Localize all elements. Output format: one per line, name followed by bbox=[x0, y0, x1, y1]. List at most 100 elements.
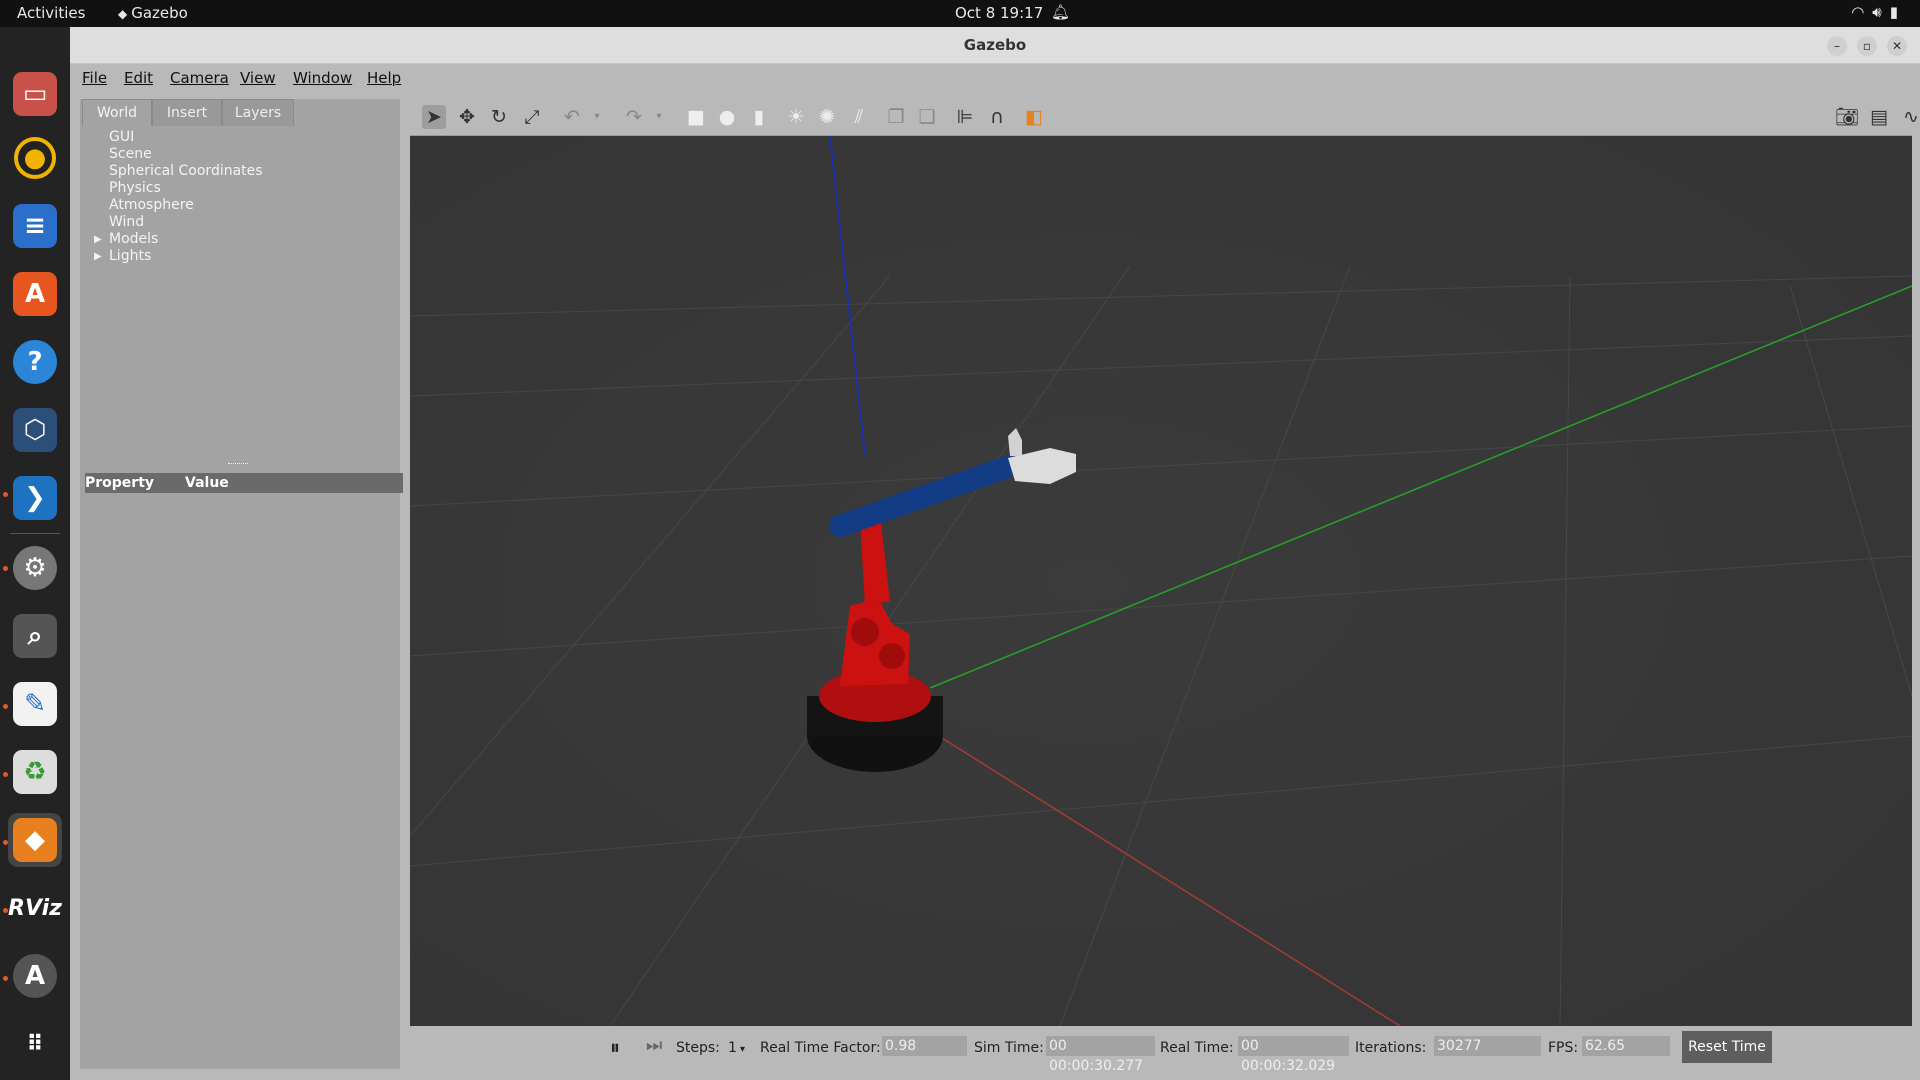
active-app-menu[interactable]: ◆ Gazebo bbox=[118, 4, 188, 22]
tree-item-gui[interactable]: GUI bbox=[92, 129, 263, 146]
property-table-header: Property Value bbox=[85, 473, 403, 493]
3d-scene[interactable] bbox=[410, 136, 1912, 1026]
tree-item-physics[interactable]: Physics bbox=[92, 180, 263, 197]
menu-file[interactable]: File bbox=[82, 69, 107, 87]
rviz-icon: RViz bbox=[8, 895, 62, 921]
tab-insert[interactable]: Insert bbox=[152, 99, 222, 126]
log-icon[interactable]: ▤ bbox=[1867, 105, 1891, 129]
undo-dropdown-icon[interactable]: ▾ bbox=[585, 105, 609, 129]
software-updater-icon: A bbox=[13, 954, 57, 998]
dock-text-editor[interactable]: ✎ bbox=[8, 677, 62, 731]
volume-icon: 🔊︎ bbox=[1872, 3, 1890, 21]
pause-button[interactable]: ⏸ bbox=[610, 1035, 620, 1059]
battery-icon: ▮ bbox=[1889, 3, 1906, 21]
clock[interactable]: Oct 8 19:17 bbox=[955, 4, 1043, 22]
change-view-icon[interactable]: ◧ bbox=[1022, 105, 1046, 129]
dock-gazebo[interactable]: ◆ bbox=[8, 813, 62, 867]
steps-label: Steps: bbox=[676, 1040, 720, 1056]
dock-trash[interactable]: ♻ bbox=[8, 745, 62, 799]
translate-mode-icon[interactable]: ✥ bbox=[455, 105, 479, 129]
iterations-label: Iterations: bbox=[1355, 1040, 1427, 1056]
tree-item-atmosphere[interactable]: Atmosphere bbox=[92, 197, 263, 214]
cylinder-shape-icon[interactable]: ▮ bbox=[747, 105, 771, 129]
tab-world[interactable]: World bbox=[82, 99, 152, 126]
dock-software-updater[interactable]: A bbox=[8, 949, 62, 1003]
dock-help[interactable]: ? bbox=[8, 335, 62, 389]
show-apps-button[interactable]: ⠿ bbox=[8, 1017, 62, 1071]
rotate-mode-icon[interactable]: ↻ bbox=[487, 105, 511, 129]
fps-label: FPS: bbox=[1548, 1040, 1579, 1056]
text-editor-icon: ✎ bbox=[13, 682, 57, 726]
undo-icon[interactable]: ↶ bbox=[560, 105, 584, 129]
minimize-button[interactable]: – bbox=[1827, 36, 1847, 56]
dock-settings[interactable]: ⚙ bbox=[8, 541, 62, 595]
tree-item-models[interactable]: ▶ Models bbox=[92, 231, 263, 248]
steps-value[interactable]: 1 bbox=[728, 1040, 737, 1056]
expand-arrow-icon[interactable]: ▶ bbox=[94, 248, 102, 265]
plot-icon[interactable]: ∿ bbox=[1899, 105, 1920, 129]
spot-light-icon[interactable]: ✺ bbox=[815, 105, 839, 129]
snap-magnet-icon[interactable]: ∩ bbox=[985, 105, 1009, 129]
panel-splitter-handle[interactable] bbox=[228, 463, 248, 468]
expand-arrow-icon[interactable]: ▶ bbox=[94, 231, 102, 248]
menu-help[interactable]: Help bbox=[367, 69, 401, 87]
sphere-shape-icon[interactable]: ● bbox=[715, 105, 739, 129]
tree-item-lights[interactable]: ▶ Lights bbox=[92, 248, 263, 265]
trash-icon: ♻ bbox=[13, 750, 57, 794]
settings-icon: ⚙ bbox=[13, 546, 57, 590]
dock-vscode[interactable]: ❯ bbox=[8, 471, 62, 525]
scale-mode-icon[interactable]: ⤢ bbox=[520, 105, 544, 129]
steps-dropdown-icon[interactable]: ▾ bbox=[740, 1044, 745, 1055]
dock-files[interactable]: ▭ bbox=[8, 67, 62, 121]
sim-time-label: Sim Time: bbox=[974, 1040, 1044, 1056]
redo-icon[interactable]: ↷ bbox=[622, 105, 646, 129]
app-center-icon: A bbox=[13, 272, 57, 316]
dock-search[interactable]: ⌕ bbox=[8, 609, 62, 663]
dock-separator bbox=[10, 533, 60, 534]
point-light-icon[interactable]: ☀ bbox=[784, 105, 808, 129]
dock-writer[interactable]: ≡ bbox=[8, 199, 62, 253]
tab-layers[interactable]: Layers bbox=[222, 99, 294, 126]
dock-rhythmbox[interactable]: ● bbox=[8, 131, 62, 185]
real-time-factor-label: Real Time Factor: bbox=[760, 1040, 881, 1056]
maximize-button[interactable]: ▫ bbox=[1857, 36, 1877, 56]
iterations-value: 30277 bbox=[1434, 1036, 1541, 1056]
tree-item-wind[interactable]: Wind bbox=[92, 214, 263, 231]
redo-dropdown-icon[interactable]: ▾ bbox=[647, 105, 671, 129]
close-button[interactable]: ✕ bbox=[1887, 36, 1907, 56]
world-tree: GUI Scene Spherical Coordinates Physics … bbox=[92, 129, 263, 265]
tree-item-scene[interactable]: Scene bbox=[92, 146, 263, 163]
gazebo-icon: ◆ bbox=[13, 818, 57, 862]
real-time-label: Real Time: bbox=[1160, 1040, 1234, 1056]
activities-button[interactable]: Activities bbox=[17, 4, 85, 22]
copy-icon[interactable]: ❐ bbox=[884, 105, 908, 129]
menu-edit[interactable]: Edit bbox=[124, 69, 153, 87]
menu-bar: File Edit Camera View Window Help bbox=[70, 64, 1920, 90]
robot-joint bbox=[879, 643, 905, 669]
screenshot-camera-icon[interactable]: 📷︎ bbox=[1835, 105, 1859, 129]
select-mode-icon[interactable]: ➤ bbox=[422, 105, 446, 129]
step-button[interactable]: ⏭ bbox=[646, 1035, 662, 1056]
dock-rviz[interactable]: RViz bbox=[8, 881, 62, 935]
menu-view[interactable]: View bbox=[240, 69, 276, 87]
files-icon: ▭ bbox=[13, 72, 57, 116]
align-icon[interactable]: ⊫ bbox=[953, 105, 977, 129]
gazebo-small-icon: ◆ bbox=[118, 7, 128, 21]
dock-virtualbox[interactable]: ⬡ bbox=[8, 403, 62, 457]
dock-app-center[interactable]: A bbox=[8, 267, 62, 321]
menu-window[interactable]: Window bbox=[293, 69, 352, 87]
tree-item-spherical-coordinates[interactable]: Spherical Coordinates bbox=[92, 163, 263, 180]
menu-camera[interactable]: Camera bbox=[170, 69, 229, 87]
directional-light-icon[interactable]: ⫽ bbox=[847, 105, 871, 129]
left-panel: World Insert Layers GUI Scene Spherical … bbox=[80, 99, 403, 1069]
notification-icon[interactable]: 🔔︎ bbox=[1051, 3, 1070, 21]
robot-joint bbox=[851, 618, 879, 646]
system-tray[interactable]: ◠🔊︎▮ bbox=[1851, 3, 1906, 21]
dock: ▭ ● ≡ A ? ⬡ ❯ ⚙ ⌕ ✎ ♻ ◆ RViz A ⠿ bbox=[0, 27, 70, 1080]
paste-icon[interactable]: ❏ bbox=[915, 105, 939, 129]
box-shape-icon[interactable]: ■ bbox=[684, 105, 708, 129]
reset-time-button[interactable]: Reset Time bbox=[1682, 1031, 1772, 1063]
active-app-name: Gazebo bbox=[131, 4, 188, 22]
window-titlebar[interactable]: Gazebo – ▫ ✕ bbox=[70, 27, 1920, 64]
gazebo-window: Gazebo – ▫ ✕ File Edit Camera View Windo… bbox=[70, 27, 1920, 1080]
